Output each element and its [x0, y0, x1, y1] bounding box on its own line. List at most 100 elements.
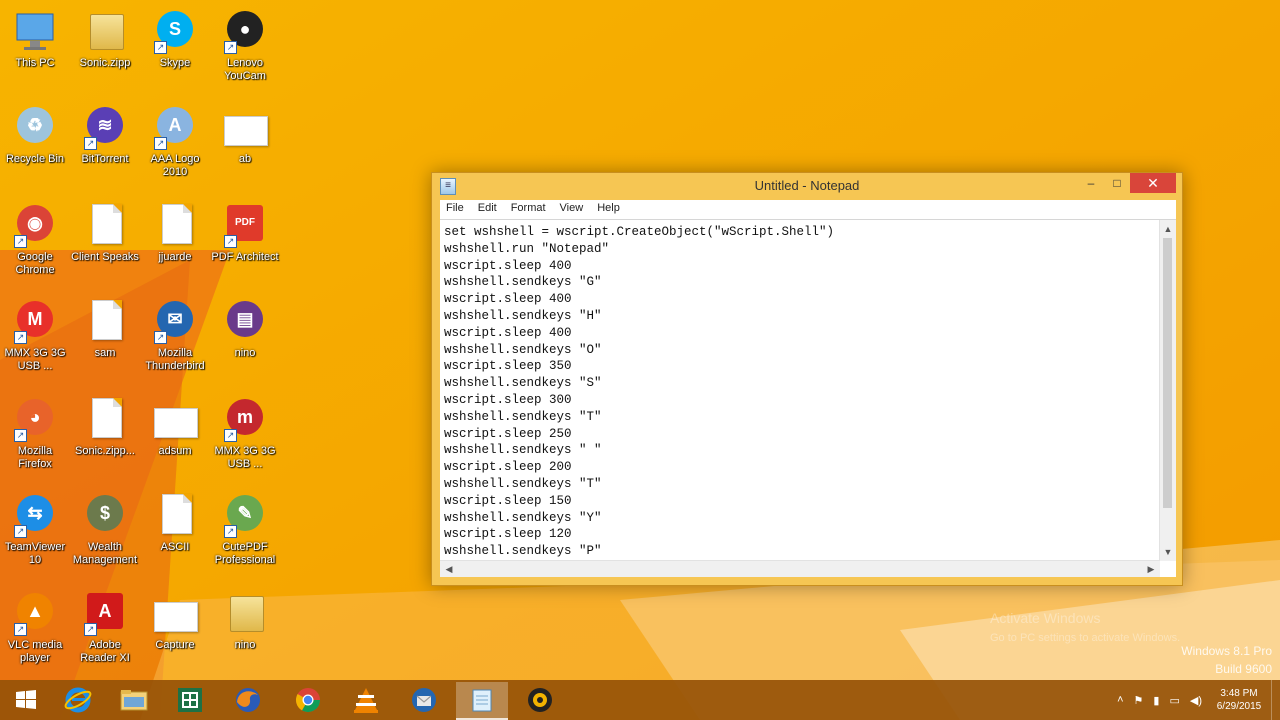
clock-date: 6/29/2015 [1216, 701, 1262, 712]
excel-icon [178, 688, 202, 712]
menu-edit[interactable]: Edit [472, 200, 505, 219]
folder-icon [120, 690, 148, 711]
desktop-icon-label: ASCII [160, 541, 190, 553]
taskbar-internet-explorer[interactable] [52, 682, 104, 718]
desktop-icon-recycle-bin[interactable]: ♻ Recycle Bin [0, 104, 70, 166]
menu-help[interactable]: Help [591, 200, 628, 219]
scroll-down-arrow-icon[interactable]: ▼ [1160, 545, 1176, 559]
mozilla-thunderbird-icon: ✉ ↗ [152, 298, 198, 344]
taskbar-thunderbird[interactable] [398, 682, 450, 718]
maximize-button[interactable]: □ [1104, 173, 1130, 193]
desktop-icon-adsum[interactable]: adsum [140, 396, 210, 458]
desktop-icon-label: Adobe Reader XI [80, 639, 130, 664]
desktop-icon-adobe-reader[interactable]: A ↗ Adobe Reader XI [70, 590, 140, 665]
desktop-icon-label: MMX 3G 3G USB ... [4, 347, 66, 372]
desktop-icon-sonic-zipp-file[interactable]: Sonic.zipp... [70, 396, 140, 458]
editor-text[interactable]: set wshshell = wscript.CreateObject("wSc… [444, 224, 1156, 559]
vlc-media-player-icon: ▲ ↗ [12, 590, 58, 636]
ab-file-icon [222, 104, 268, 150]
taskbar-clock[interactable]: 3:48 PM 6/29/2015 [1207, 687, 1271, 713]
minimize-button[interactable]: – [1078, 173, 1104, 193]
battery-icon[interactable]: ▭ [1169, 694, 1179, 707]
show-hidden-icons-chevron-icon[interactable]: ˄ [1117, 694, 1123, 706]
action-center-flag-icon[interactable]: ⚑ [1134, 694, 1144, 707]
taskbar-chrome[interactable] [282, 682, 334, 718]
desktop-icon-sam-file[interactable]: sam [70, 298, 140, 360]
network-signal-icon[interactable]: ▮ [1153, 694, 1159, 707]
shortcut-arrow-icon: ↗ [154, 331, 167, 344]
shortcut-arrow-icon: ↗ [14, 331, 27, 344]
scroll-up-arrow-icon[interactable]: ▲ [1160, 222, 1176, 236]
skype-icon: S ↗ [152, 8, 198, 54]
desktop-icon-pdf-architect[interactable]: PDF ↗ PDF Architect [210, 202, 280, 264]
desktop-icon-bittorrent[interactable]: ≋ ↗ BitTorrent [70, 104, 140, 166]
menu-view[interactable]: View [554, 200, 592, 219]
close-button[interactable]: ✕ [1130, 173, 1176, 193]
desktop-icon-label: Lenovo YouCam [224, 57, 266, 82]
desktop-icon-ascii-file[interactable]: ASCII [140, 492, 210, 554]
firefox-icon [236, 688, 260, 712]
desktop-icon-capture-file[interactable]: Capture [140, 590, 210, 652]
desktop-icon-label: PDF Architect [211, 251, 279, 263]
menu-format[interactable]: Format [505, 200, 554, 219]
vertical-scrollbar[interactable]: ▲ ▼ [1159, 220, 1176, 561]
desktop-icon-mmx-3g-usb-1[interactable]: M ↗ MMX 3G 3G USB ... [0, 298, 70, 373]
notepad-titlebar[interactable]: ≡ Untitled - Notepad – □ ✕ [432, 173, 1182, 199]
desktop-icon-teamviewer[interactable]: ⇆ ↗ TeamViewer 10 [0, 492, 70, 567]
shortcut-arrow-icon: ↗ [154, 41, 167, 54]
desktop-icon-vlc-media-player[interactable]: ▲ ↗ VLC media player [0, 590, 70, 665]
desktop-icon-label: nino [234, 639, 256, 651]
show-desktop-button[interactable] [1271, 680, 1280, 720]
activation-watermark-title: Activate Windows [990, 610, 1101, 626]
window-title: Untitled - Notepad [754, 178, 860, 193]
edition-name: Windows 8.1 Pro [1181, 644, 1272, 658]
desktop-icon-label: sam [94, 347, 116, 359]
volume-icon[interactable]: ◀) [1190, 694, 1202, 707]
desktop-icon-ab-file[interactable]: ab [210, 104, 280, 166]
taskbar-notepad[interactable] [456, 682, 508, 720]
desktop-icon-google-chrome[interactable]: ◉ ↗ Google Chrome [0, 202, 70, 277]
scroll-left-arrow-icon[interactable]: ◀ [442, 561, 456, 577]
taskbar-firefox[interactable] [222, 682, 274, 718]
desktop-icon-mozilla-thunderbird[interactable]: ✉ ↗ Mozilla Thunderbird [140, 298, 210, 373]
desktop-icon-label: Client Speaks [71, 251, 139, 263]
desktop-icon-nino-rar[interactable]: ▤ nino [210, 298, 280, 360]
shortcut-arrow-icon: ↗ [224, 235, 237, 248]
desktop-icon-client-speaks[interactable]: Client Speaks [70, 202, 140, 264]
desktop-icon-mmx-3g-usb-2[interactable]: m ↗ MMX 3G 3G USB ... [210, 396, 280, 471]
desktop-icon-label: CutePDF Professional [214, 541, 276, 566]
shortcut-arrow-icon: ↗ [224, 525, 237, 538]
desktop-icon-this-pc[interactable]: This PC [0, 8, 70, 70]
shortcut-arrow-icon: ↗ [84, 623, 97, 636]
taskbar-vlc[interactable] [340, 682, 392, 718]
desktop-icon-skype[interactable]: S ↗ Skype [140, 8, 210, 70]
scroll-right-arrow-icon[interactable]: ▶ [1144, 561, 1158, 577]
vertical-scroll-thumb[interactable] [1163, 238, 1172, 508]
sonic-zipp-icon [82, 8, 128, 54]
desktop-icon-wealth-management[interactable]: $ Wealth Management [70, 492, 140, 567]
chrome-icon [295, 688, 320, 713]
desktop-icon-nino-folder[interactable]: nino [210, 590, 280, 652]
adsum-icon [152, 396, 198, 442]
desktop-icon-label: Capture [155, 639, 195, 651]
nino-rar-icon: ▤ [222, 298, 268, 344]
horizontal-scrollbar[interactable]: ◀ ▶ [440, 560, 1160, 577]
menu-file[interactable]: File [440, 200, 472, 219]
desktop-icon-label: Mozilla Firefox [17, 445, 53, 470]
notepad-window[interactable]: ≡ Untitled - Notepad – □ ✕ File Edit For… [431, 172, 1183, 586]
desktop-icon-cutepdf-professional[interactable]: ✎ ↗ CutePDF Professional [210, 492, 280, 567]
desktop-icon-jjuarde[interactable]: jjuarde [140, 202, 210, 264]
taskbar-lenovo-youcam[interactable] [514, 682, 566, 718]
start-button[interactable] [0, 682, 52, 718]
desktop-icon-mozilla-firefox[interactable]: ◕ ↗ Mozilla Firefox [0, 396, 70, 471]
capture-file-icon [152, 590, 198, 636]
desktop-icon-label: Wealth Management [72, 541, 138, 566]
desktop-icon-lenovo-youcam[interactable]: ● ↗ Lenovo YouCam [210, 8, 280, 83]
taskbar-excel[interactable] [164, 682, 216, 718]
desktop-icon-sonic-zipp[interactable]: Sonic.zipp [70, 8, 140, 70]
taskbar-file-explorer[interactable] [108, 682, 160, 718]
this-pc-icon [12, 8, 58, 54]
desktop-icon-label: This PC [15, 57, 55, 69]
desktop-icon-aaa-logo[interactable]: A ↗ AAA Logo 2010 [140, 104, 210, 179]
text-editor-area[interactable]: set wshshell = wscript.CreateObject("wSc… [440, 219, 1176, 577]
